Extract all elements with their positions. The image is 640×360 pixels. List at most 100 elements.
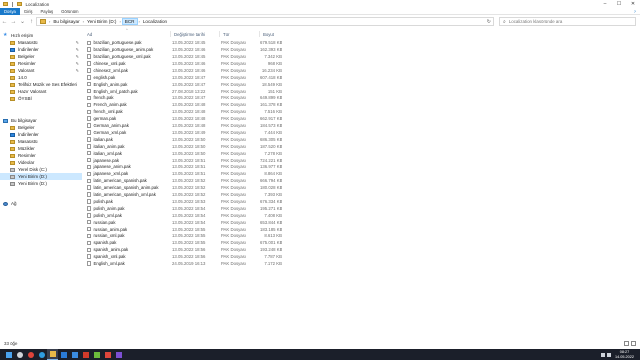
file-row[interactable]: italian_anim.pak 13.05.2022 18:50 PAK Dosy… <box>84 144 638 150</box>
app-icon[interactable] <box>113 349 124 360</box>
file-icon <box>87 109 91 114</box>
sidebar-item[interactable]: Bu bilgisayar <box>0 117 82 124</box>
details-view-icon[interactable] <box>624 341 629 346</box>
chrome-icon[interactable] <box>25 349 36 360</box>
file-row[interactable]: brazilian_portuguese_anim.pak 13.05.2022 … <box>84 47 638 53</box>
file-row[interactable]: English_anim.pak 13.05.2022 18:47 PAK Dosy… <box>84 81 638 87</box>
file-row[interactable]: latin_american_spanish_anim.pak 13.05.202… <box>84 185 638 191</box>
tab-home[interactable]: Giriş <box>20 8 37 15</box>
sidebar-item[interactable]: Resimler ✎ <box>0 60 82 67</box>
sidebar-item[interactable]: Masaüstü <box>0 138 82 145</box>
sidebar-item[interactable]: Yeni Birim (D:) <box>0 180 82 187</box>
edge-icon[interactable] <box>36 349 47 360</box>
file-row[interactable]: italian_xml.pak 13.05.2022 18:50 PAK Dosya… <box>84 150 638 156</box>
help-button[interactable]: ? <box>634 9 636 14</box>
sidebar-item[interactable]: Hazır Valorant <box>0 88 82 95</box>
file-row[interactable]: russian_anim.pak 13.05.2022 18:55 PAK Dosy… <box>84 226 638 232</box>
sidebar-item[interactable]: Yerel Disk (C:) <box>0 166 82 173</box>
file-row[interactable]: latin_american_spanish_xml.pak 13.05.2022… <box>84 192 638 198</box>
file-row[interactable]: English_xml.pak 24.05.2019 16:13 PAK Dosya… <box>84 261 638 267</box>
sidebar-item[interactable]: Belgeler ✎ <box>0 53 82 60</box>
close-button[interactable]: ✕ <box>626 0 640 8</box>
file-row[interactable]: brazilian_portuguese_xml.pak 13.05.2022 1… <box>84 54 638 60</box>
volume-icon[interactable] <box>606 352 611 357</box>
file-row[interactable]: spanish_xml.pak 13.05.2022 18:56 PAK Dosya… <box>84 254 638 260</box>
sidebar-item[interactable]: Yeni Birim (D:) <box>0 173 82 180</box>
file-row[interactable]: french.pak 13.05.2022 18:47 PAK Dosyası 649… <box>84 95 638 101</box>
tab-share[interactable]: Paylaş <box>36 8 57 15</box>
maximize-button[interactable]: ☐ <box>612 0 626 8</box>
sidebar-item[interactable]: ÖYSBİ <box>0 95 82 102</box>
sidebar-item[interactable]: Valorant ✎ <box>0 67 82 74</box>
file-row[interactable]: polish_anim.pak 13.05.2022 18:54 PAK Dosya… <box>84 206 638 212</box>
forward-button[interactable]: → <box>9 17 18 26</box>
sidebar-item[interactable]: Masaüstü ✎ <box>0 39 82 46</box>
file-row[interactable]: spanish_anim.pak 13.05.2022 18:56 PAK Dosy… <box>84 247 638 253</box>
file-row[interactable]: spanish.pak 13.05.2022 18:55 PAK Dosyası 67… <box>84 240 638 246</box>
column-header-name[interactable]: Ad <box>84 31 170 37</box>
file-row[interactable]: english.pak 13.05.2022 18:47 PAK Dosyası 60… <box>84 75 638 81</box>
breadcrumb-this-pc[interactable]: Bu bilgisayar <box>51 19 81 24</box>
file-name-cell: latin_american_spanish.pak <box>87 178 169 183</box>
file-name-cell: spanish.pak <box>87 240 169 245</box>
file-row[interactable]: German_anim.pak 13.05.2022 18:48 PAK Dosya… <box>84 123 638 129</box>
file-row[interactable]: brazilian_portuguese.pak 13.05.2022 18:45… <box>84 40 638 46</box>
file-row[interactable]: russian.pak 13.05.2022 18:54 PAK Dosyası 65… <box>84 219 638 225</box>
address-bar[interactable]: › Bu bilgisayar › Yeni Birim (D:) › BCR … <box>36 17 494 26</box>
refresh-icon[interactable]: ↻ <box>487 19 491 25</box>
file-row[interactable]: chinese_xml.pak 13.05.2022 18:46 PAK Dosya… <box>84 61 638 67</box>
store-icon[interactable] <box>58 349 69 360</box>
file-row[interactable]: chinese2_xml.pak 13.05.2022 18:46 PAK Dosy… <box>84 68 638 74</box>
sidebar-item[interactable]: ★ Hızlı erişim <box>0 32 82 39</box>
sidebar-item[interactable]: Videolar <box>0 159 82 166</box>
sidebar-item[interactable]: 14.0 <box>0 74 82 81</box>
breadcrumb-localization[interactable]: Localization <box>141 19 169 24</box>
sidebar-item[interactable]: Belgeler <box>0 124 82 131</box>
app-icon[interactable] <box>102 349 113 360</box>
folder-icon <box>10 125 15 130</box>
column-header-type[interactable]: Tür <box>219 31 259 37</box>
file-row[interactable]: German_xml.pak 13.05.2022 18:49 PAK Dosyas… <box>84 130 638 136</box>
file-row[interactable]: german.pak 13.05.2022 18:48 PAK Dosyası 662… <box>84 116 638 122</box>
sidebar-item[interactable]: Müzikler <box>0 145 82 152</box>
file-row[interactable]: polish_xml.pak 13.05.2022 18:54 PAK Dosyas… <box>84 213 638 219</box>
column-header-date[interactable]: Değiştirme tarihi <box>170 31 219 37</box>
file-row[interactable]: russian_xml.pak 13.05.2022 18:55 PAK Dosya… <box>84 233 638 239</box>
file-row[interactable]: French_anim.pak 13.05.2022 18:48 PAK Dosya… <box>84 102 638 108</box>
app-icon[interactable] <box>80 349 91 360</box>
explorer-icon[interactable] <box>47 349 58 360</box>
mail-icon[interactable] <box>69 349 80 360</box>
up-button[interactable]: ↑ <box>27 17 36 26</box>
file-row[interactable]: latin_american_spanish.pak 13.05.2022 18:… <box>84 178 638 184</box>
file-row[interactable]: japanese.pak 13.05.2022 18:51 PAK Dosyası 7… <box>84 157 638 163</box>
network-icon[interactable] <box>600 352 605 357</box>
folder-icon[interactable] <box>16 2 22 6</box>
tab-view[interactable]: Görünüm <box>57 8 82 15</box>
breadcrumb-bcr[interactable]: BCR <box>121 18 138 25</box>
file-row[interactable]: japanese_anim.pak 13.05.2022 18:51 PAK Dos… <box>84 164 638 170</box>
breadcrumb-drive-d[interactable]: Yeni Birim (D:) <box>85 19 118 24</box>
sidebar-item[interactable]: Ağ <box>0 200 82 207</box>
item-count: 33 öğe <box>4 341 18 346</box>
minimize-button[interactable]: – <box>598 0 612 8</box>
search-icon[interactable] <box>14 349 25 360</box>
file-row[interactable]: polish.pak 13.05.2022 18:53 PAK Dosyası 676… <box>84 199 638 205</box>
file-row[interactable]: italian.pak 13.05.2022 18:50 PAK Dosyası 68… <box>84 137 638 143</box>
column-header-size[interactable]: Boyut <box>259 31 299 37</box>
large-icons-view-icon[interactable] <box>631 341 636 346</box>
sidebar-item[interactable]: Resimler <box>0 152 82 159</box>
file-name: italian.pak <box>93 136 113 142</box>
back-button[interactable]: ← <box>0 17 9 26</box>
clock[interactable]: 08:27 14.05.2022 <box>615 350 634 358</box>
app-icon[interactable] <box>91 349 102 360</box>
sidebar-item[interactable]: İndirilenler ✎ <box>0 46 82 53</box>
file-row[interactable]: English_xml_patch.pak 27.08.2018 13:22 PAK… <box>84 88 638 94</box>
file-row[interactable]: japanese_xml.pak 13.05.2022 18:51 PAK Dosy… <box>84 171 638 177</box>
file-row[interactable]: french_xml.pak 13.05.2022 18:48 PAK Dosyas… <box>84 109 638 115</box>
start-icon[interactable] <box>3 349 14 360</box>
sidebar-item[interactable]: Telifsiz Müzik ve Ses Efektleri <box>0 81 82 88</box>
sidebar-item[interactable]: İndirilenler <box>0 131 82 138</box>
search-input[interactable]: ⌕ Localization klasöründe ara <box>499 17 636 26</box>
tab-file[interactable]: Dosya <box>0 7 20 15</box>
recent-locations-button[interactable]: ⌄ <box>18 17 27 26</box>
